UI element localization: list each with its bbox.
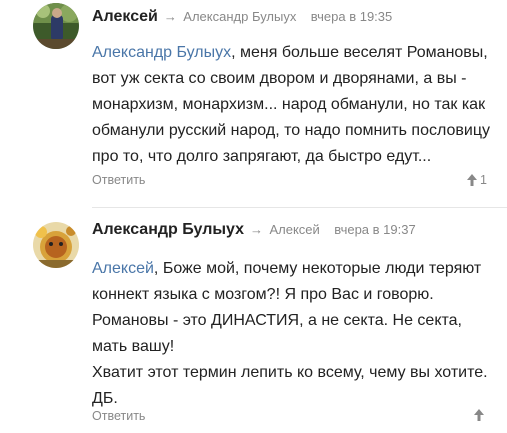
comment-footer: Ответить 1 bbox=[92, 173, 487, 191]
reply-arrow: → bbox=[163, 9, 177, 24]
comment-text-line: Хватит этот термин лепить ко всему, чему… bbox=[92, 364, 488, 381]
vote-count: 1 bbox=[480, 173, 487, 187]
arrow-up-icon bbox=[474, 409, 484, 421]
reply-arrow: → bbox=[250, 222, 264, 237]
divider bbox=[92, 207, 507, 208]
comment-header: Александр Булыух → Алексей вчера в 19:37 bbox=[92, 221, 416, 239]
timestamp[interactable]: вчера в 19:35 bbox=[311, 9, 392, 24]
upvote-button[interactable]: 1 bbox=[467, 173, 487, 187]
comment-footer: Ответить bbox=[92, 409, 487, 427]
reply-to-link[interactable]: Александр Булыух bbox=[183, 9, 296, 24]
mention-link[interactable]: Алексей bbox=[92, 260, 154, 277]
upvote-button[interactable] bbox=[474, 409, 487, 421]
mention-link[interactable]: Александр Булыух bbox=[92, 44, 231, 61]
arrow-up-icon bbox=[467, 174, 478, 186]
avatar[interactable] bbox=[33, 222, 79, 268]
comment-header: Алексей → Александр Булыух вчера в 19:35 bbox=[92, 8, 392, 26]
author-name[interactable]: Александр Булыух bbox=[92, 221, 244, 238]
comment-text: Александр Булыух, меня больше веселят Ро… bbox=[92, 40, 492, 170]
author-name[interactable]: Алексей bbox=[92, 8, 158, 25]
reply-button[interactable]: Ответить bbox=[92, 173, 145, 187]
reply-button[interactable]: Ответить bbox=[92, 409, 145, 423]
comment-text: Алексей, Боже мой, почему некоторые люди… bbox=[92, 256, 492, 412]
avatar[interactable] bbox=[33, 3, 79, 49]
comment-text-content: , меня больше веселят Романовы, вот уж с… bbox=[92, 44, 491, 165]
text-paragraph: Алексей, Боже мой, почему некоторые люди… bbox=[92, 256, 492, 360]
reply-to-link[interactable]: Алексей bbox=[269, 222, 319, 237]
timestamp[interactable]: вчера в 19:37 bbox=[334, 222, 415, 237]
